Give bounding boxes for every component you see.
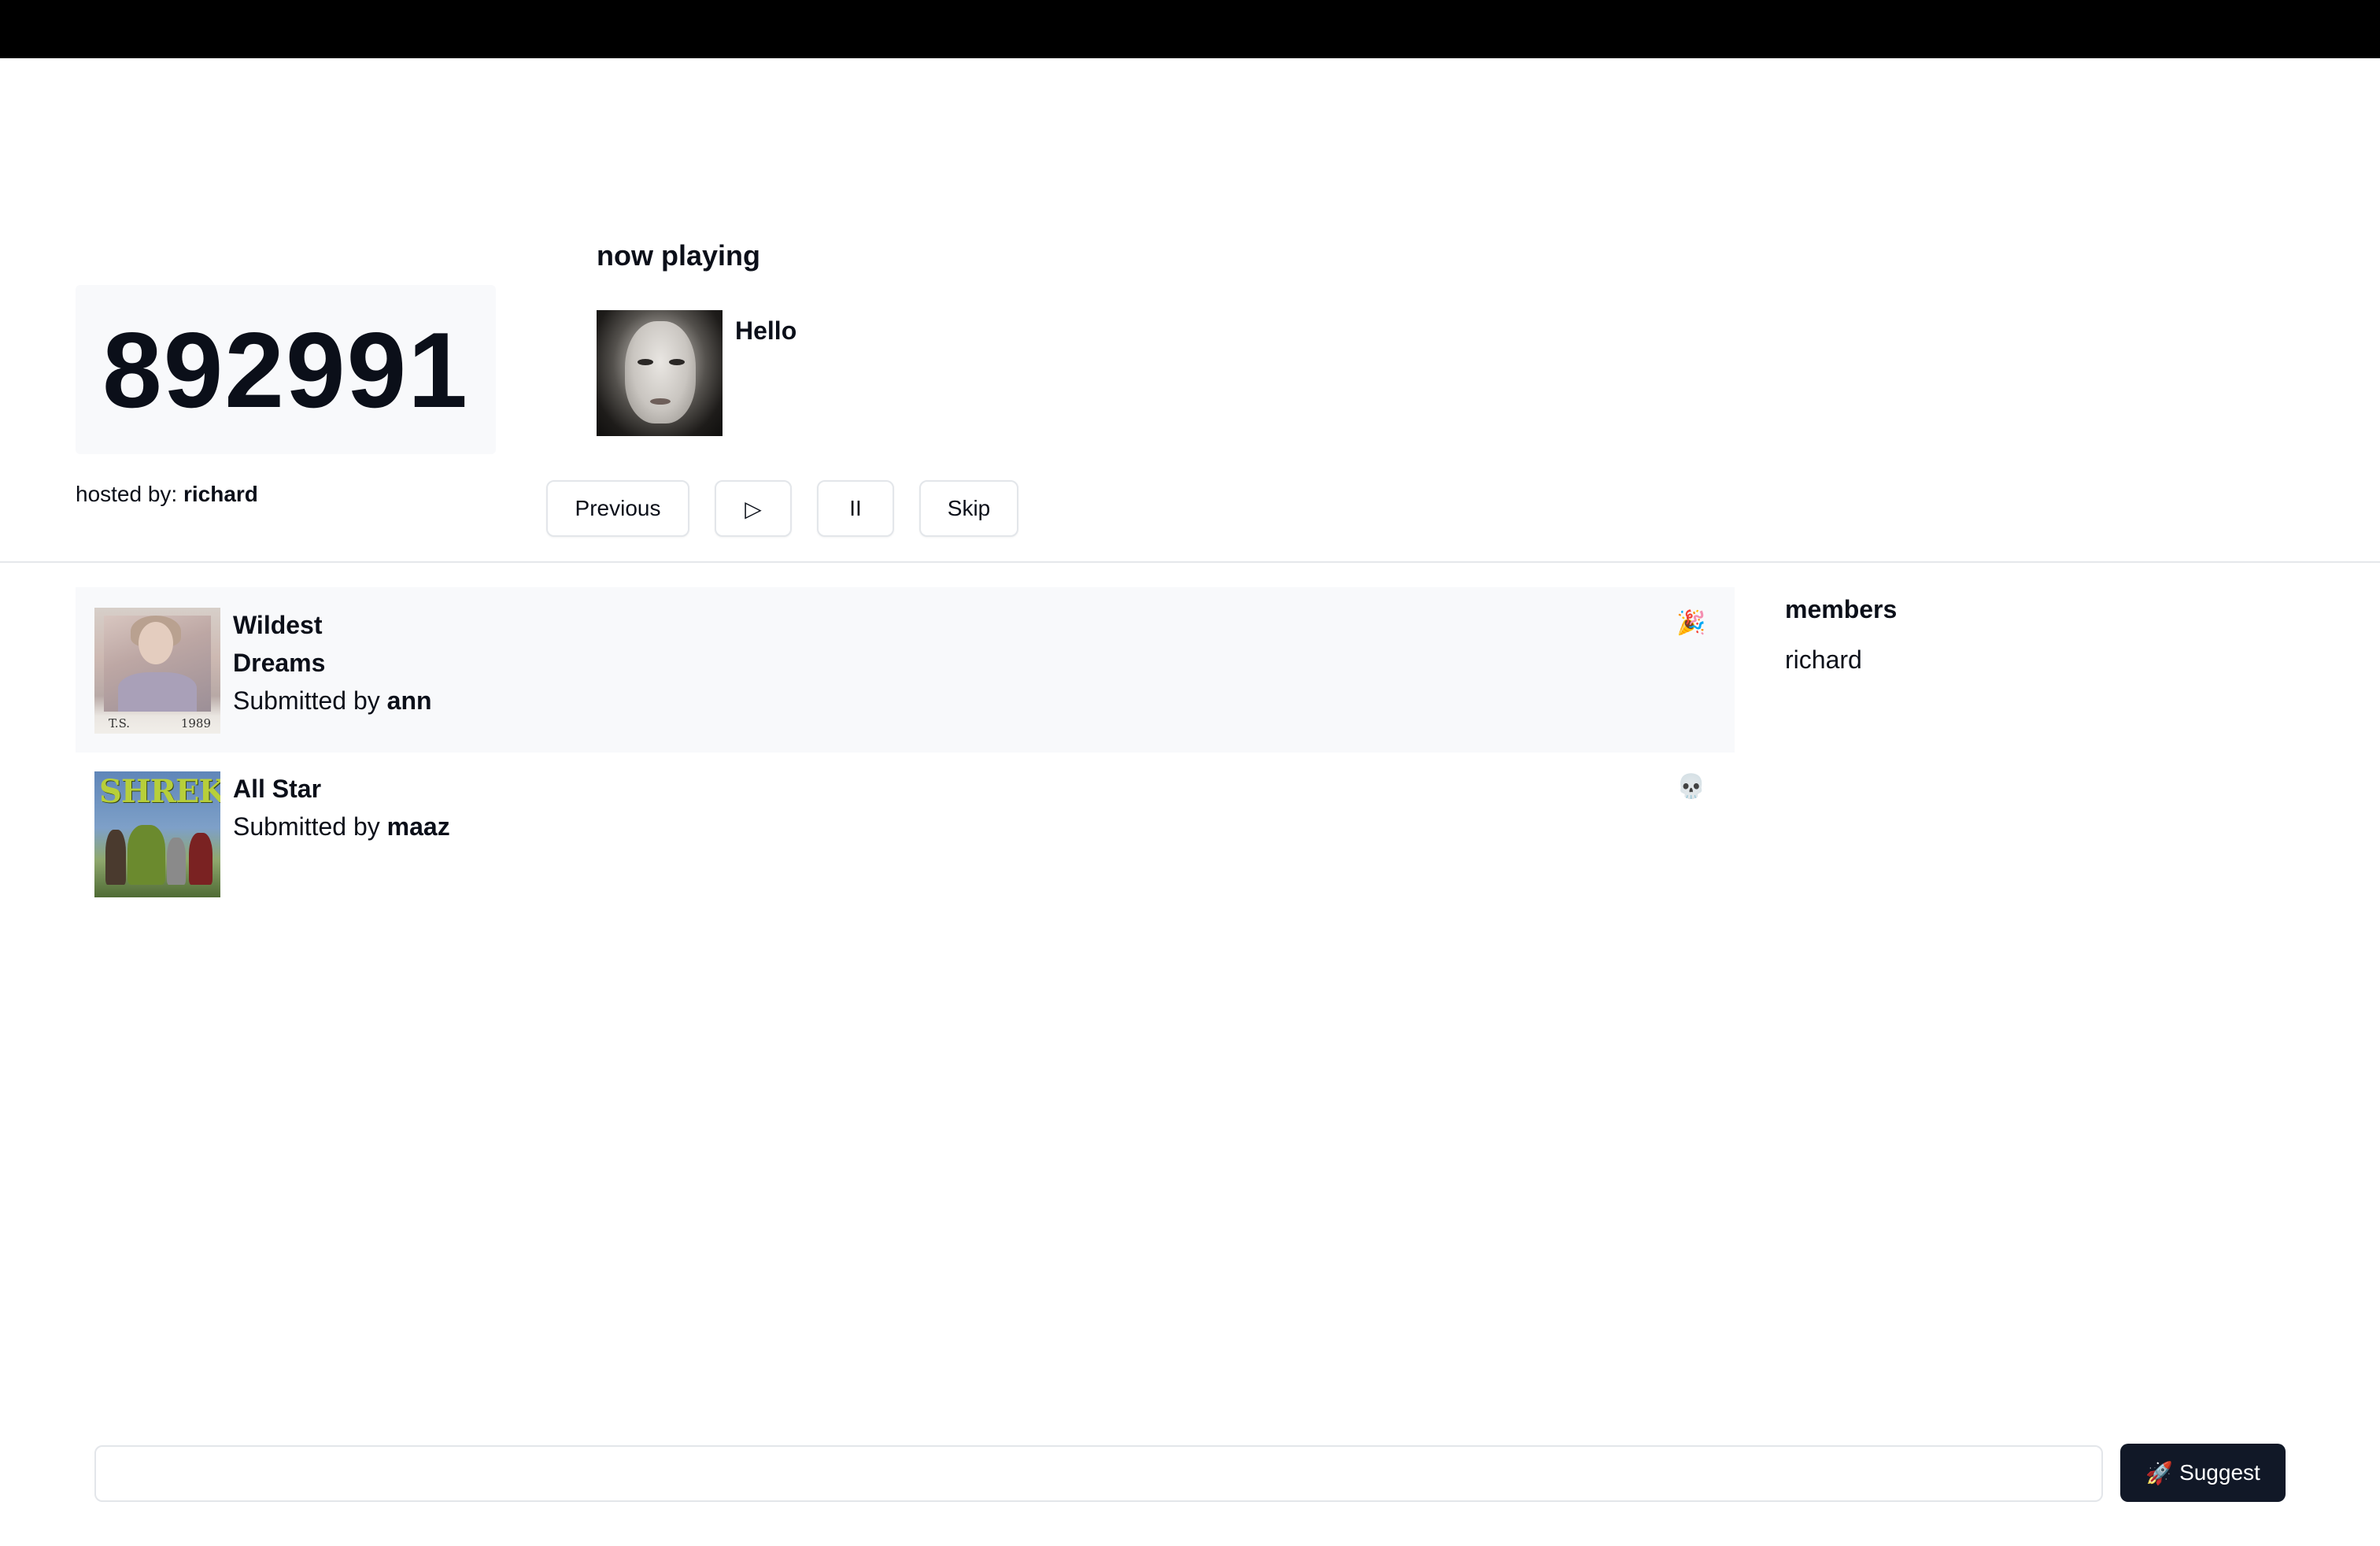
rocket-icon: 🚀 bbox=[2145, 1460, 2174, 1485]
pause-button[interactable]: II bbox=[817, 480, 894, 537]
queue-album-art: SHREK bbox=[94, 771, 220, 897]
skull-icon[interactable]: 💀 bbox=[1676, 773, 1706, 801]
now-playing-album-art bbox=[597, 310, 722, 436]
play-icon: ▷ bbox=[745, 496, 762, 521]
members-divider bbox=[1785, 561, 2380, 563]
pause-icon: II bbox=[849, 496, 862, 520]
queue-album-art: T.S. 1989 bbox=[94, 608, 220, 734]
queue-submitted-by: Submitted by ann bbox=[233, 686, 432, 715]
skip-button[interactable]: Skip bbox=[919, 480, 1018, 537]
play-button[interactable]: ▷ bbox=[715, 480, 792, 537]
suggest-input[interactable] bbox=[94, 1445, 2103, 1502]
room-code-card: 892991 bbox=[76, 285, 496, 454]
queue-song-title: All Star bbox=[233, 775, 322, 803]
queue-submitted-by: Submitted by maaz bbox=[233, 812, 450, 841]
suggest-button[interactable]: 🚀 Suggest bbox=[2120, 1444, 2286, 1502]
queue-item[interactable]: SHREK All Star Submitted by maaz 💀 bbox=[76, 753, 1735, 910]
top-bar bbox=[0, 0, 2380, 58]
hosted-by-label: hosted by: bbox=[76, 482, 178, 506]
submitter-name: ann bbox=[386, 686, 432, 715]
hosted-by: hosted by: richard bbox=[76, 482, 258, 507]
room-code: 892991 bbox=[102, 309, 469, 430]
host-name: richard bbox=[183, 482, 258, 506]
members-heading: members bbox=[1785, 595, 1898, 623]
queue-item[interactable]: T.S. 1989 Wildest Dreams Submitted by ann… bbox=[76, 587, 1735, 753]
suggest-button-label: Suggest bbox=[2179, 1460, 2260, 1485]
party-popper-icon[interactable]: 🎉 bbox=[1676, 609, 1706, 637]
submitter-name: maaz bbox=[386, 812, 450, 841]
now-playing-song-title: Hello bbox=[735, 316, 797, 345]
member-item: richard bbox=[1785, 645, 1862, 674]
previous-button[interactable]: Previous bbox=[546, 480, 689, 537]
now-playing-heading: now playing bbox=[597, 239, 761, 272]
queue-song-title: Wildest Dreams bbox=[233, 611, 326, 677]
